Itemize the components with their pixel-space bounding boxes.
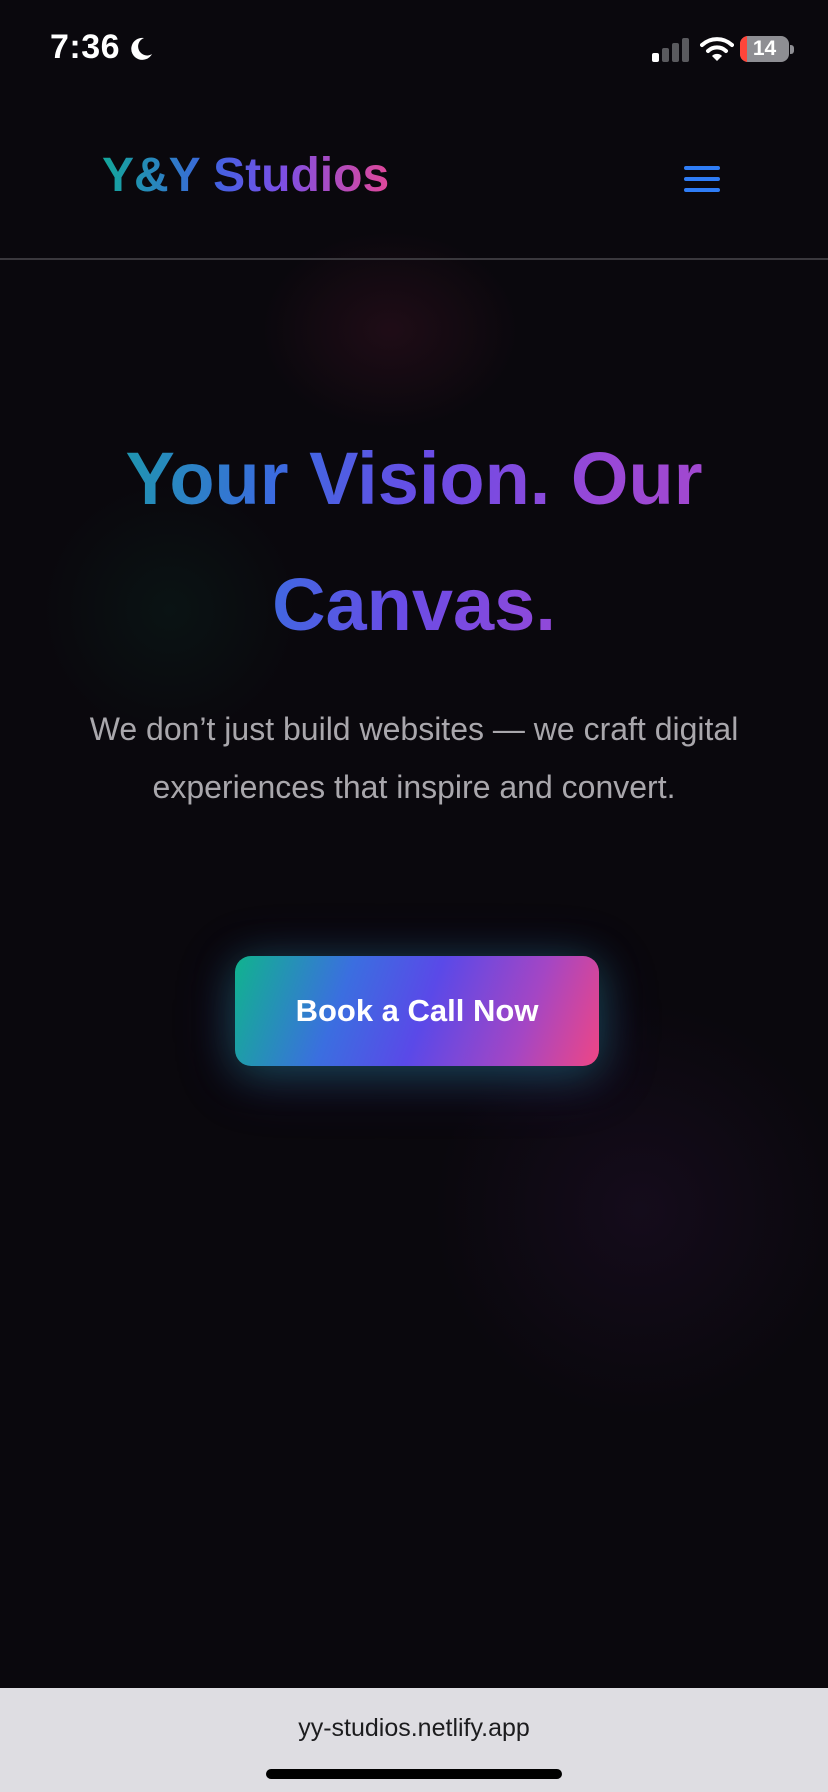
hamburger-menu-icon[interactable]	[684, 162, 722, 196]
hero-title: Your Vision. Our Canvas.	[64, 416, 764, 668]
wifi-icon	[700, 37, 734, 61]
browser-address-bar[interactable]: yy-studios.netlify.app	[0, 1688, 828, 1792]
screen: 7:36 14 Y&Y Studios Your Vision. Our Can…	[0, 0, 828, 1792]
book-call-button[interactable]: Book a Call Now	[235, 956, 599, 1066]
battery-body: 14	[740, 36, 789, 62]
brand-logo[interactable]: Y&Y Studios	[102, 148, 389, 203]
signal-icon	[652, 38, 689, 62]
moon-icon	[131, 37, 152, 60]
background-glow	[260, 230, 520, 430]
site-header: Y&Y Studios	[0, 100, 828, 260]
menu-bar	[684, 166, 720, 170]
menu-bar	[684, 188, 720, 192]
menu-bar	[684, 177, 720, 181]
url-text[interactable]: yy-studios.netlify.app	[0, 1714, 828, 1743]
battery-level: 14	[752, 37, 777, 60]
hero-subtitle: We don’t just build websites — we craft …	[89, 711, 739, 805]
status-bar: 7:36 14	[0, 0, 828, 100]
battery-icon: 14	[740, 34, 794, 64]
home-indicator[interactable]	[266, 1769, 562, 1779]
status-time: 7:36	[50, 28, 121, 66]
battery-cap	[790, 45, 794, 54]
